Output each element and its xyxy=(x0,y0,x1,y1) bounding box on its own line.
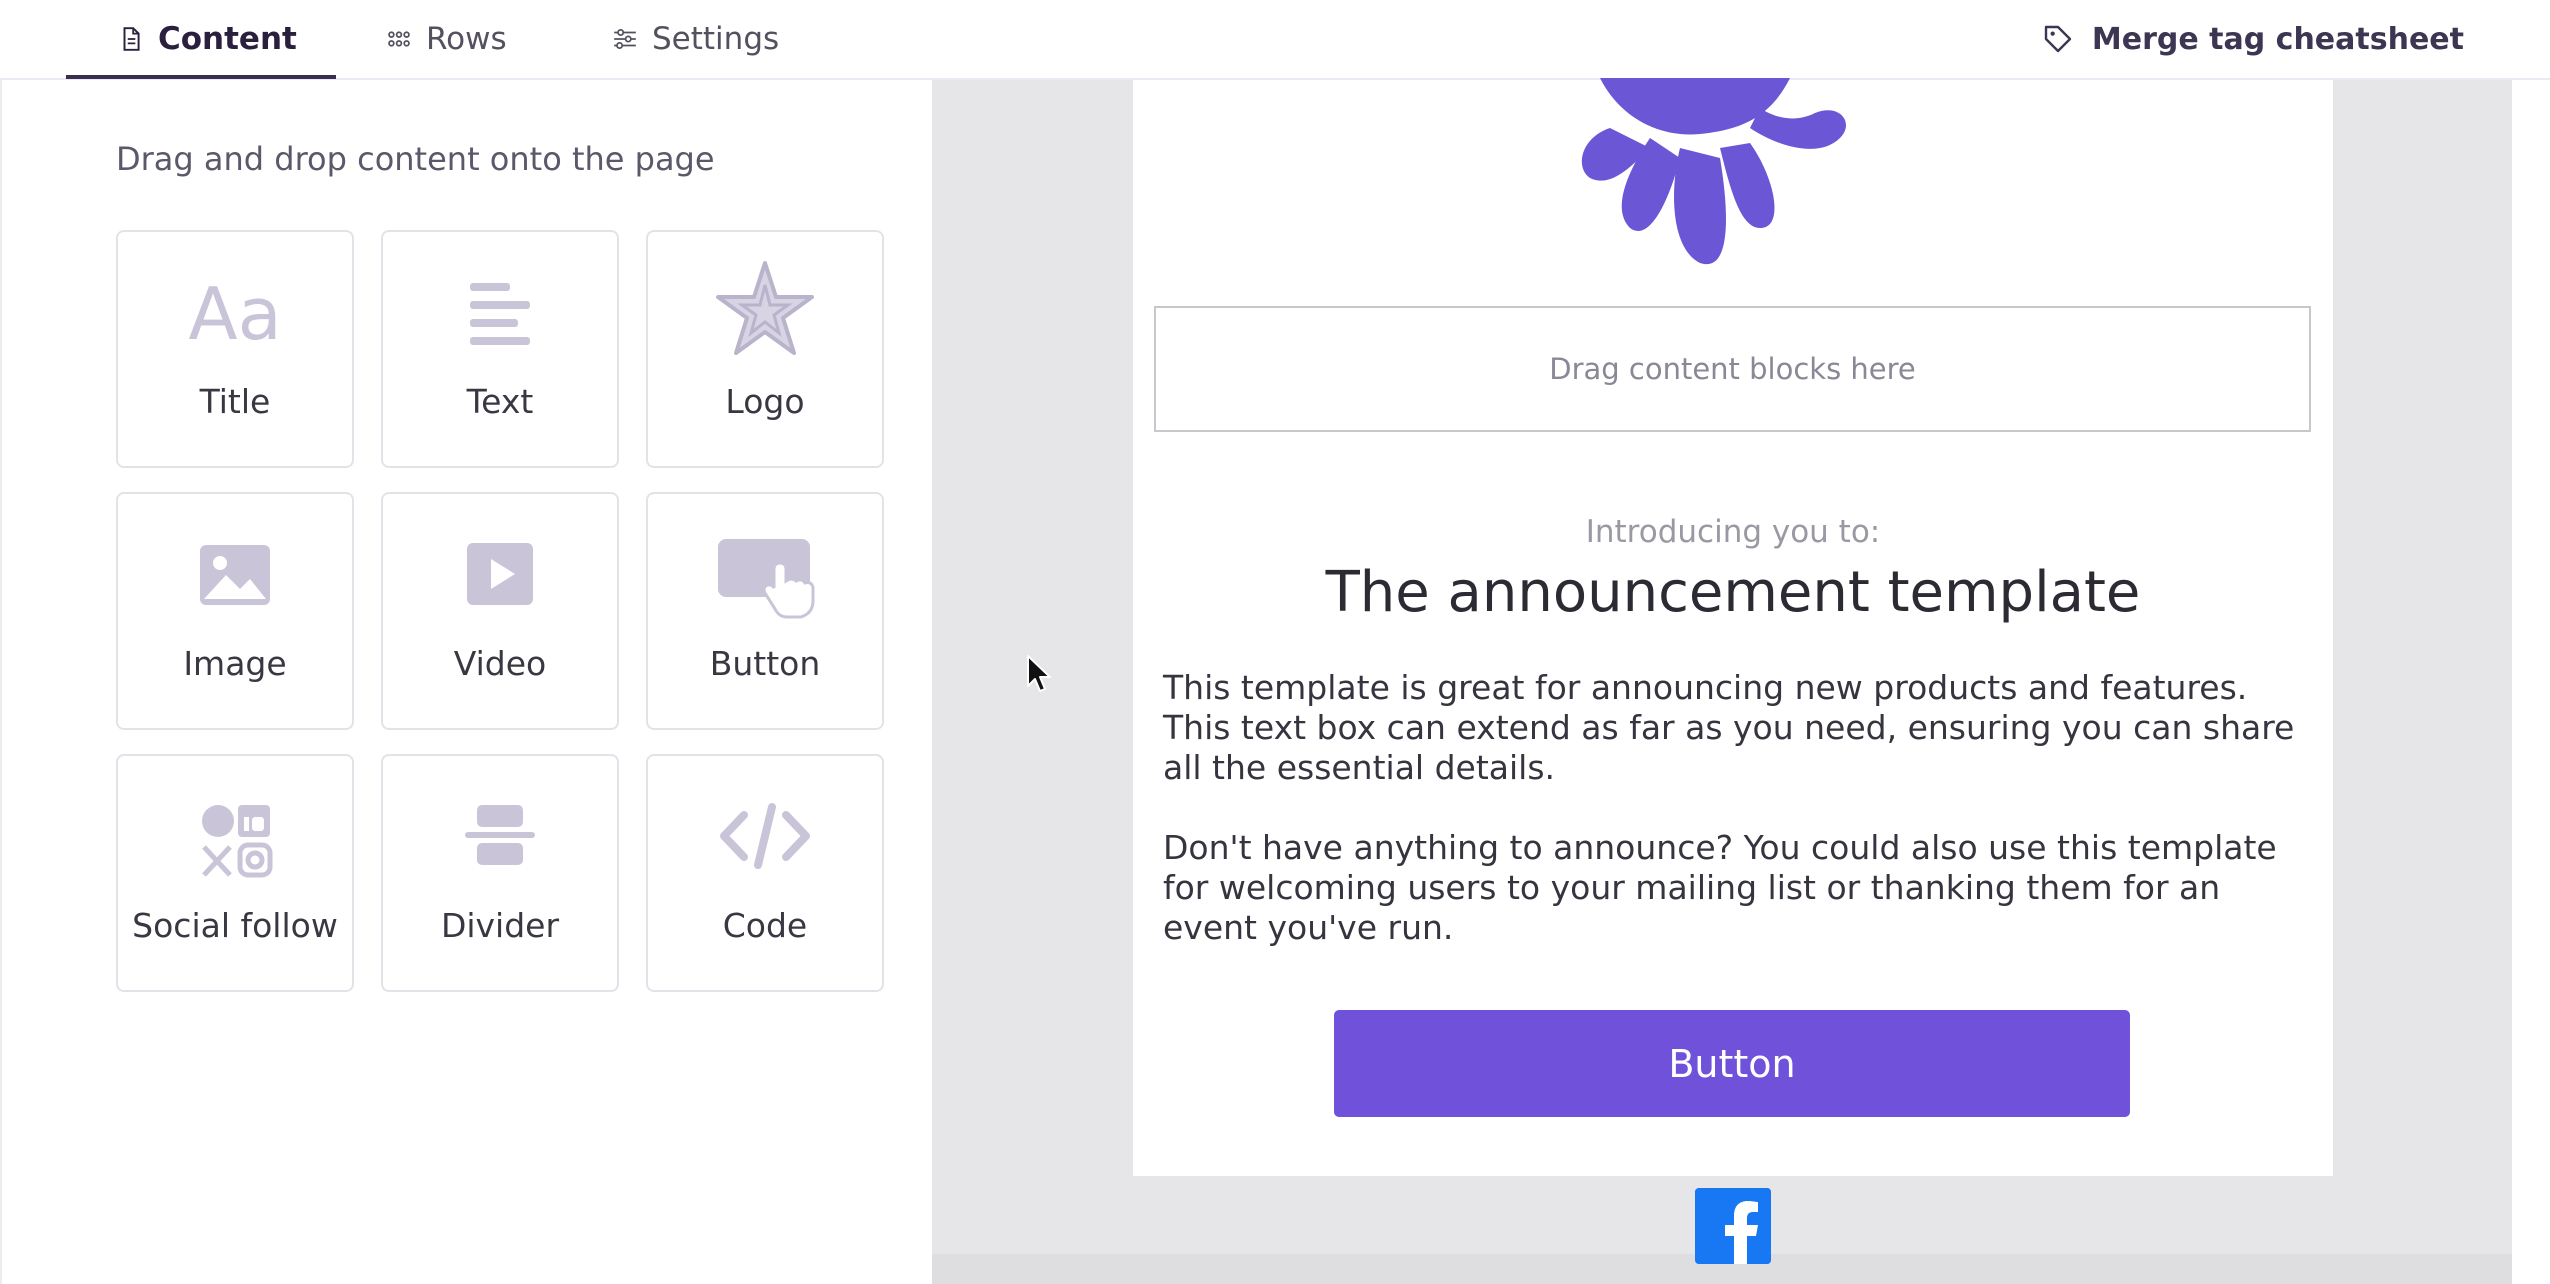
starfish-logo-icon xyxy=(716,261,814,355)
tab-content[interactable]: Content xyxy=(118,0,297,78)
social-icons-icon xyxy=(202,805,273,878)
panel-hint: Drag and drop content onto the page xyxy=(116,140,715,178)
document-icon xyxy=(123,27,140,51)
content-block-grid: Aa Title Text Logo Image Video Button So… xyxy=(116,230,884,992)
tag-icon xyxy=(2044,25,2072,53)
content-panel: Drag and drop content onto the page Aa T… xyxy=(0,80,934,1284)
title-aa-icon: Aa xyxy=(188,272,281,356)
image-icon xyxy=(200,545,270,605)
content-dropzone[interactable]: Drag content blocks here xyxy=(1154,306,2311,432)
block-label: Button xyxy=(709,644,821,683)
video-play-icon xyxy=(467,543,533,605)
email-intro[interactable]: Introducing you to: xyxy=(1133,514,2333,550)
email-paragraph: This template is great for announcing ne… xyxy=(1163,668,2295,787)
block-text[interactable]: Text xyxy=(381,230,619,468)
tab-rows[interactable]: Rows xyxy=(386,0,507,78)
block-social-follow[interactable]: Social follow xyxy=(116,754,354,992)
tab-rows-label: Rows xyxy=(426,21,507,57)
text-lines-icon xyxy=(470,283,530,345)
block-button[interactable]: Button xyxy=(646,492,884,730)
block-title[interactable]: Aa Title xyxy=(116,230,354,468)
svg-text:Aa: Aa xyxy=(188,272,281,356)
block-label: Code xyxy=(722,906,808,945)
tab-settings-label: Settings xyxy=(652,21,780,57)
block-label: Title xyxy=(199,382,271,421)
email-text-block[interactable]: This template is great for announcing ne… xyxy=(1163,668,2313,988)
block-label: Logo xyxy=(725,382,805,421)
block-label: Social follow xyxy=(132,906,338,945)
tab-settings[interactable]: Settings xyxy=(612,0,779,78)
block-video[interactable]: Video xyxy=(381,492,619,730)
top-tab-bar: Content Rows Settings Merge tag cheatshe… xyxy=(0,0,2550,80)
octopus-logo-image[interactable] xyxy=(1580,78,1900,278)
tab-content-label: Content xyxy=(158,21,297,57)
block-image[interactable]: Image xyxy=(116,492,354,730)
canvas-edge xyxy=(2512,80,2550,1284)
merge-tag-cheatsheet-link[interactable]: Merge tag cheatsheet xyxy=(2042,0,2464,78)
sliders-icon xyxy=(614,29,636,49)
email-cta-button[interactable]: Button xyxy=(1334,1010,2130,1117)
active-tab-indicator xyxy=(66,75,336,79)
block-label: Image xyxy=(183,644,287,683)
block-divider[interactable]: Divider xyxy=(381,754,619,992)
email-headline[interactable]: The announcement template xyxy=(1133,560,2333,625)
block-logo[interactable]: Logo xyxy=(646,230,884,468)
email-paragraph: Don't have anything to announce? You cou… xyxy=(1163,828,2277,947)
divider-icon xyxy=(465,805,535,865)
grid-dots-icon xyxy=(388,31,410,47)
block-code[interactable]: Code xyxy=(646,754,884,992)
button-click-icon xyxy=(718,539,815,619)
block-label: Text xyxy=(466,382,534,421)
facebook-icon[interactable] xyxy=(1695,1188,1771,1264)
block-label: Divider xyxy=(440,906,560,945)
block-label: Video xyxy=(453,644,547,683)
code-icon xyxy=(720,803,810,869)
merge-tag-label: Merge tag cheatsheet xyxy=(2091,21,2464,57)
mouse-cursor-icon xyxy=(1027,655,1051,692)
